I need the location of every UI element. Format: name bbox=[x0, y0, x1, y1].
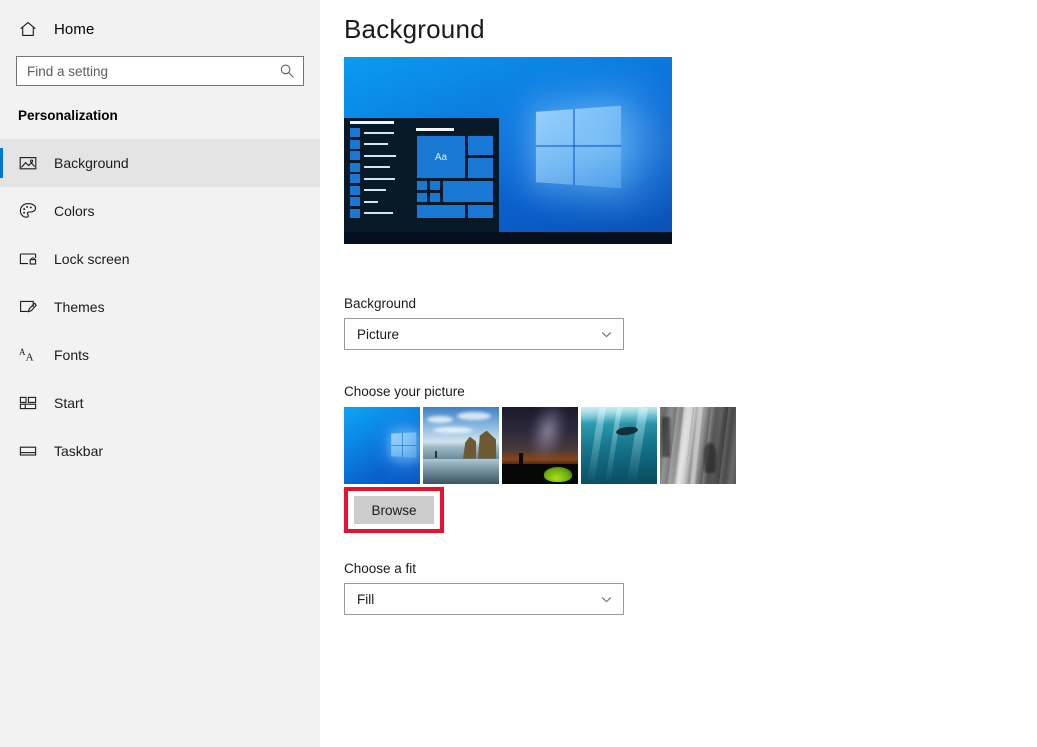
picture-thumbnail-beach-rock-arch[interactable] bbox=[423, 407, 499, 484]
start-menu-preview: Aa bbox=[344, 118, 499, 232]
brush-icon bbox=[18, 297, 38, 317]
chevron-down-icon bbox=[600, 593, 613, 606]
search-input[interactable] bbox=[17, 57, 303, 85]
fit-value: Fill bbox=[357, 591, 375, 607]
sidebar-item-label: Colors bbox=[54, 203, 95, 219]
page-title: Background bbox=[344, 14, 485, 44]
sidebar-item-label: Taskbar bbox=[54, 443, 104, 459]
windows-logo-glow bbox=[535, 106, 621, 189]
sidebar-item-label: Fonts bbox=[54, 347, 90, 363]
sidebar-item-fonts[interactable]: A A Fonts bbox=[0, 331, 320, 379]
background-type-dropdown[interactable]: Picture bbox=[344, 318, 624, 350]
start-tile bbox=[416, 180, 428, 191]
picture-thumbnail-rock-face-grayscale[interactable] bbox=[660, 407, 736, 484]
start-tile bbox=[429, 192, 441, 203]
start-list-header-bar bbox=[350, 121, 394, 124]
home-label: Home bbox=[54, 20, 95, 38]
sidebar-item-label: Themes bbox=[54, 299, 105, 315]
start-app-list bbox=[350, 128, 406, 220]
sidebar-item-label: Background bbox=[54, 155, 129, 171]
start-tiles-icon bbox=[18, 393, 38, 413]
choose-fit-section: Choose a fit Fill bbox=[344, 561, 1037, 615]
choose-picture-section: Choose your picture Browse bbox=[344, 384, 1037, 533]
sidebar-item-start[interactable]: Start bbox=[0, 379, 320, 427]
search-icon[interactable] bbox=[279, 63, 295, 79]
start-tile-aa: Aa bbox=[416, 135, 466, 179]
start-tile-group: Aa bbox=[416, 128, 494, 225]
choose-picture-label: Choose your picture bbox=[344, 384, 465, 399]
browse-button[interactable]: Browse bbox=[354, 496, 434, 524]
lock-screen-icon bbox=[18, 249, 38, 269]
start-tile bbox=[416, 192, 428, 203]
sidebar-item-label: Start bbox=[54, 395, 84, 411]
fonts-icon: A A bbox=[18, 345, 38, 365]
svg-text:A: A bbox=[26, 351, 34, 363]
fit-dropdown[interactable]: Fill bbox=[344, 583, 624, 615]
sidebar: Home Personalization bbox=[0, 0, 320, 747]
home-button[interactable]: Home bbox=[18, 14, 320, 44]
palette-icon bbox=[18, 201, 38, 221]
taskbar-icon bbox=[18, 441, 38, 461]
sidebar-nav: Background Colors Lock screen Themes A A… bbox=[0, 139, 320, 475]
home-icon bbox=[18, 19, 38, 39]
sidebar-item-lock-screen[interactable]: Lock screen bbox=[0, 235, 320, 283]
sidebar-item-label: Lock screen bbox=[54, 251, 130, 267]
background-label: Background bbox=[344, 296, 417, 311]
browse-button-group: Browse bbox=[344, 487, 444, 533]
sidebar-item-background[interactable]: Background bbox=[0, 139, 320, 187]
start-tile bbox=[467, 135, 494, 156]
picture-thumbnail-night-sky-tent[interactable] bbox=[502, 407, 578, 484]
sidebar-item-colors[interactable]: Colors bbox=[0, 187, 320, 235]
picture-thumbnail-underwater-swimmer[interactable] bbox=[581, 407, 657, 484]
sidebar-item-taskbar[interactable]: Taskbar bbox=[0, 427, 320, 475]
chevron-down-icon bbox=[600, 328, 613, 341]
search-box[interactable] bbox=[16, 56, 304, 86]
settings-window: Home Personalization bbox=[0, 0, 1037, 747]
start-tile bbox=[429, 180, 441, 191]
choose-fit-label: Choose a fit bbox=[344, 561, 417, 576]
image-icon bbox=[18, 153, 38, 173]
start-tile bbox=[467, 157, 494, 179]
start-tile bbox=[416, 204, 466, 219]
background-type-value: Picture bbox=[357, 326, 400, 342]
start-tiles-header-bar bbox=[416, 128, 454, 131]
start-tile bbox=[442, 180, 494, 203]
picture-thumbnail-list bbox=[344, 407, 1037, 484]
sidebar-item-themes[interactable]: Themes bbox=[0, 283, 320, 331]
picture-thumbnail-windows-hero[interactable] bbox=[344, 407, 420, 484]
section-title: Personalization bbox=[18, 108, 118, 123]
background-section: Background Picture bbox=[344, 296, 1037, 350]
start-tile bbox=[467, 204, 494, 219]
desktop-preview: Aa bbox=[344, 57, 672, 244]
preview-taskbar bbox=[344, 232, 672, 244]
main-content: Background Aa Background Picture Choose … bbox=[320, 0, 1037, 747]
